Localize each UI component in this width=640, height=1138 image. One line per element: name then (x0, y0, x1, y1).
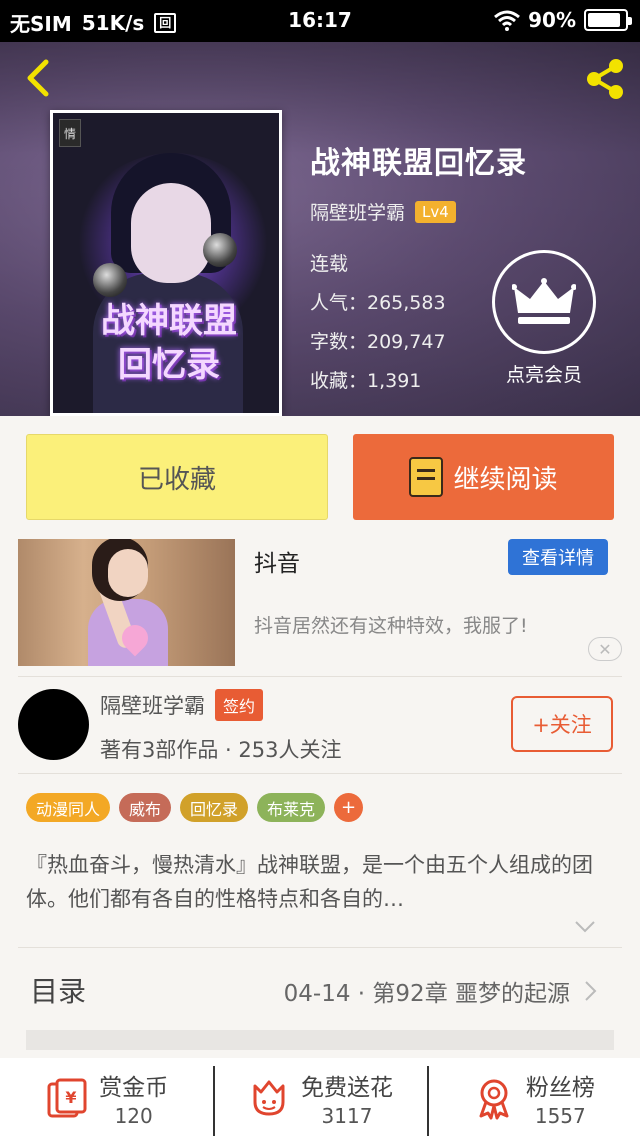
divider (18, 676, 622, 677)
author-level-badge: Lv4 (415, 200, 456, 223)
book-title: 战神联盟回忆录 (310, 146, 527, 181)
favorited-label: 已收藏 (137, 464, 216, 495)
ad-close-button[interactable]: ✕ (588, 637, 622, 661)
author-name[interactable]: 隔壁班学霸 (100, 690, 205, 720)
battery-percent: 90% (528, 8, 576, 32)
reward-coins-button[interactable]: ¥ 赏金币 120 (0, 1058, 213, 1138)
fans-count: 1557 (534, 1104, 586, 1128)
tag-item[interactable]: 布莱克 (257, 793, 326, 822)
book-description[interactable]: 『热血奋斗，慢热清水』战神联盟，是一个由五个人组成的团体。他们都有各自的性格特点… (26, 848, 616, 916)
signed-badge: 签约 (215, 689, 264, 721)
chevron-right-icon (585, 981, 597, 1001)
avatar[interactable] (18, 689, 89, 760)
latest-chapter: 04-14 · 第92章 噩梦的起源 (283, 981, 570, 1007)
tag-list: 动漫同人 威布 回忆录 布莱克 + (26, 793, 364, 822)
ad-title[interactable]: 抖音 (254, 544, 300, 578)
flowers-label: 免费送花 (300, 1075, 393, 1101)
tag-item[interactable]: 威布 (119, 793, 172, 822)
tag-item[interactable]: 回忆录 (180, 793, 249, 822)
ad-details-button[interactable]: 查看详情 (508, 539, 608, 575)
continue-reading-label: 继续阅读 (453, 464, 558, 495)
book-cover[interactable]: 情 战神联盟 回忆录 (50, 110, 282, 416)
reward-count: 120 (114, 1104, 153, 1128)
section-divider (26, 1030, 614, 1050)
cover-title-art: 战神联盟 回忆录 (101, 301, 237, 385)
ad-description[interactable]: 抖音居然还有这种特效，我服了! (254, 611, 528, 638)
vip-label: 点亮会员 (505, 364, 582, 386)
crown-icon (512, 278, 576, 324)
book-author[interactable]: 隔壁班学霸 (310, 198, 405, 225)
ad-image[interactable] (18, 539, 235, 666)
more-tags-button[interactable]: + (334, 793, 364, 822)
send-flowers-button[interactable]: 免费送花 3117 (213, 1058, 426, 1138)
battery-icon (584, 9, 632, 31)
bottom-action-bar: ¥ 赏金币 120 免费送花 3117 粉丝榜 1557 (0, 1058, 640, 1138)
book-header: 情 战神联盟 回忆录 战神联盟回忆录 隔壁班学霸 Lv4 连载 人气：265,5… (0, 42, 640, 416)
red-envelope-icon: ¥ (47, 1078, 87, 1118)
reward-label: 赏金币 (99, 1075, 169, 1101)
medal-icon (479, 1079, 509, 1120)
author-stats: 著有3部作品 · 253人关注 (100, 738, 342, 762)
fans-label: 粉丝榜 (525, 1075, 595, 1101)
status-bar: 无SIM 51K/s 回 16:17 90% (0, 0, 640, 42)
divider (18, 773, 622, 774)
chevron-down-icon[interactable] (574, 920, 596, 934)
cover-badge: 情 (59, 119, 81, 147)
favorited-button[interactable]: 已收藏 (26, 434, 328, 520)
share-icon[interactable] (582, 56, 628, 102)
follow-button[interactable]: +关注 (511, 696, 613, 752)
continue-reading-button[interactable]: 继续阅读 (353, 434, 614, 520)
svg-text:¥: ¥ (66, 1088, 77, 1107)
fan-ranking-button[interactable]: 粉丝榜 1557 (426, 1058, 640, 1138)
wifi-icon (494, 10, 521, 31)
back-arrow-icon[interactable] (18, 56, 58, 100)
toc-label: 目录 (30, 975, 87, 1008)
vip-button[interactable]: 点亮会员 (492, 250, 596, 387)
flowers-count: 3117 (321, 1104, 373, 1128)
divider (18, 947, 622, 948)
book-icon (409, 457, 444, 497)
tag-item[interactable]: 动漫同人 (26, 793, 111, 822)
flower-icon (253, 1080, 285, 1116)
table-of-contents-row[interactable]: 目录 04-14 · 第92章 噩梦的起源 (30, 970, 604, 1014)
